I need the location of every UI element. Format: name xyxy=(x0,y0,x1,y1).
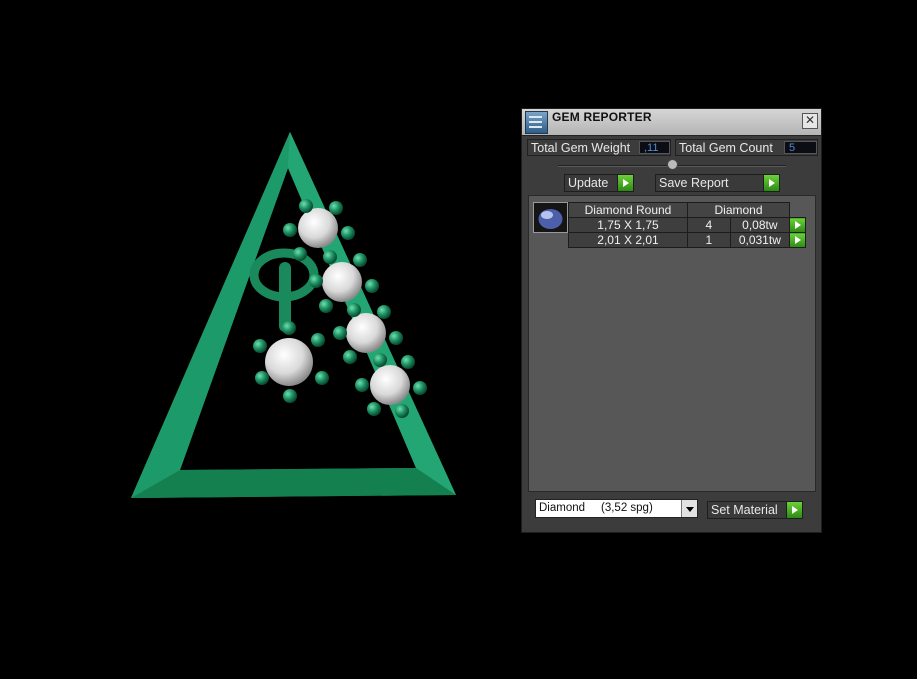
gem-size: 2,01 X 2,01 xyxy=(568,232,688,248)
total-gem-weight-label: Total Gem Weight xyxy=(531,141,631,155)
set-material-label: Set Material xyxy=(711,503,778,517)
play-arrow-icon xyxy=(617,175,633,191)
update-button[interactable]: Update xyxy=(564,174,634,192)
set-material-button[interactable]: Set Material xyxy=(707,501,803,519)
close-icon[interactable]: ✕ xyxy=(802,113,818,129)
material-select[interactable]: Diamond (3,52 spg) xyxy=(535,499,698,518)
column-header-material: Diamond xyxy=(687,202,790,218)
table-row[interactable]: 1,75 X 1,75 4 0,08tw xyxy=(568,217,806,233)
gem-table: Diamond Round Diamond 1,75 X 1,75 4 0,08… xyxy=(568,202,806,248)
total-gem-count-label: Total Gem Count xyxy=(679,141,773,155)
gem-count: 1 xyxy=(687,232,731,248)
gem-weight: 0,08tw xyxy=(729,217,791,233)
panel-title: GEM REPORTER xyxy=(552,110,652,124)
update-label: Update xyxy=(568,176,609,190)
total-gem-count-value: 5 xyxy=(784,141,817,154)
3d-viewport[interactable] xyxy=(0,0,500,679)
gem-size: 1,75 X 1,75 xyxy=(568,217,688,233)
row-action-arrow-icon[interactable] xyxy=(789,217,806,233)
table-row[interactable]: 2,01 X 2,01 1 0,031tw xyxy=(568,232,806,248)
gem-thumbnail[interactable] xyxy=(533,202,568,233)
table-header-row: Diamond Round Diamond xyxy=(568,202,806,218)
save-report-label: Save Report xyxy=(659,176,729,190)
gem-weight: 0,031tw xyxy=(729,232,791,248)
gem-reporter-panel: GEM REPORTER ✕ Total Gem Weight ,11 Tota… xyxy=(521,108,822,533)
total-gem-weight: Total Gem Weight ,11 xyxy=(527,139,671,156)
total-gem-weight-value: ,11 xyxy=(639,141,670,154)
splitter-handle[interactable] xyxy=(667,159,678,170)
material-select-value: Diamond (3,52 spg) xyxy=(539,502,653,514)
column-header-shape: Diamond Round xyxy=(568,202,688,218)
play-arrow-icon xyxy=(786,502,802,518)
total-gem-count: Total Gem Count 5 xyxy=(675,139,818,156)
gem-reporter-icon xyxy=(525,111,548,134)
save-report-button[interactable]: Save Report xyxy=(655,174,780,192)
title-bar[interactable]: GEM REPORTER ✕ xyxy=(522,109,821,136)
pendant-render xyxy=(131,132,456,498)
play-arrow-icon xyxy=(763,175,779,191)
chevron-down-icon[interactable] xyxy=(681,500,697,517)
row-action-arrow-icon[interactable] xyxy=(789,232,806,248)
gem-count: 4 xyxy=(687,217,731,233)
gem-list: Diamond Round Diamond 1,75 X 1,75 4 0,08… xyxy=(528,195,816,492)
